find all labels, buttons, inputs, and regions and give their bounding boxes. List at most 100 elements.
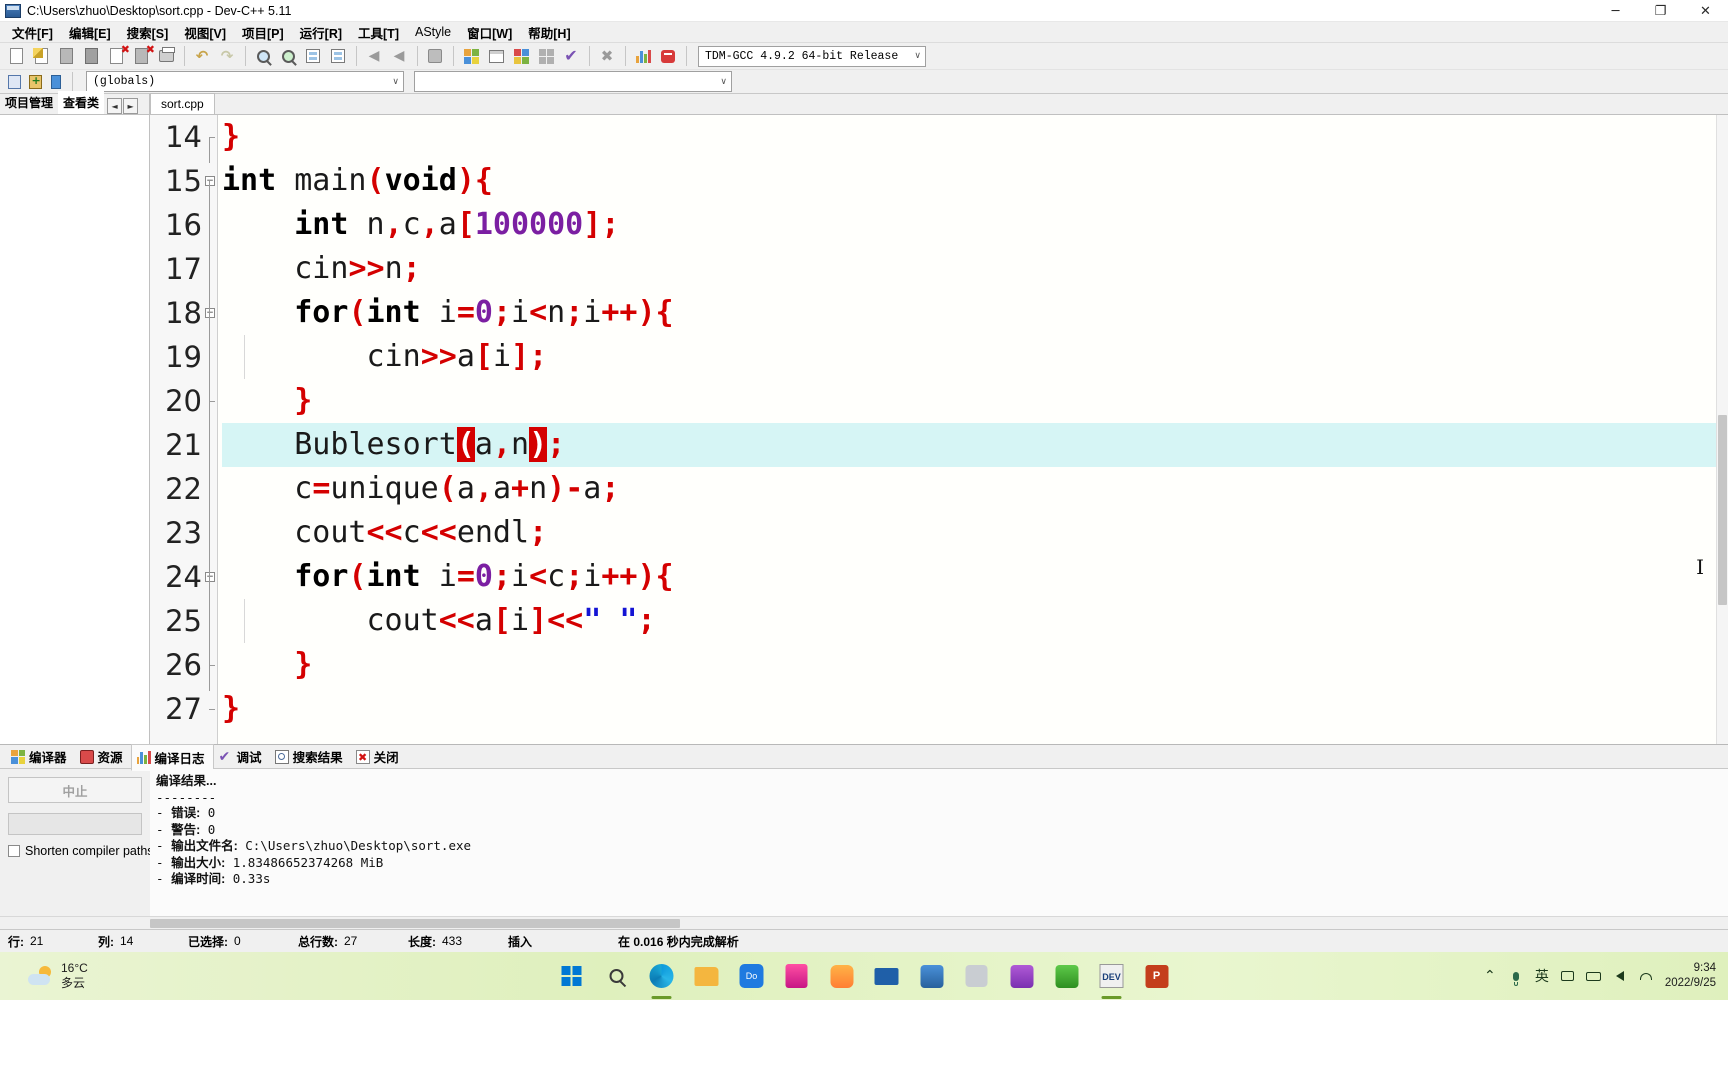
undo-icon[interactable]: ↶: [190, 45, 214, 68]
menu-help[interactable]: 帮助[H]: [520, 21, 578, 44]
goto-declaration-icon[interactable]: [46, 72, 66, 91]
code-line[interactable]: cout<<c<<endl;: [222, 511, 1728, 555]
syntax-check-icon[interactable]: ✔: [559, 45, 583, 68]
save-all-icon[interactable]: [79, 45, 103, 68]
code-line[interactable]: int main(void){: [222, 159, 1728, 203]
store-icon[interactable]: [1004, 958, 1040, 994]
app-pink-icon[interactable]: [779, 958, 815, 994]
tab-compiler[interactable]: 编译器: [6, 744, 75, 769]
tab-project-manager[interactable]: 项目管理: [0, 91, 58, 114]
app-green-icon[interactable]: [1049, 958, 1085, 994]
search-icon[interactable]: [599, 958, 635, 994]
shorten-paths-row[interactable]: Shorten compiler paths: [8, 844, 154, 858]
weather-widget[interactable]: 16°C 多云: [28, 961, 88, 991]
save-icon[interactable]: [54, 45, 78, 68]
code-folding-column[interactable]: − − −: [204, 115, 217, 744]
minimize-button[interactable]: ─: [1593, 0, 1638, 22]
class-browser-icon[interactable]: [4, 72, 24, 91]
ime-english-icon[interactable]: 英: [1529, 952, 1555, 1000]
code-line[interactable]: }: [222, 115, 1728, 159]
open-file-icon[interactable]: [29, 45, 53, 68]
stop-execution-icon[interactable]: ✖: [595, 45, 619, 68]
tab-scroll-prev-icon[interactable]: ◄: [107, 98, 123, 114]
class-member-select[interactable]: ∨: [414, 71, 732, 92]
close-file-icon[interactable]: ✖: [104, 44, 130, 68]
menu-window[interactable]: 窗口[W]: [459, 21, 520, 44]
close-button[interactable]: ✕: [1683, 0, 1728, 22]
replace-icon[interactable]: [276, 45, 300, 68]
close-all-icon[interactable]: ✖: [129, 44, 155, 68]
debug-icon[interactable]: [656, 45, 680, 68]
fold-collapse-icon[interactable]: −: [205, 572, 215, 582]
app-orange-icon[interactable]: [824, 958, 860, 994]
code-line[interactable]: cin>>n;: [222, 247, 1728, 291]
indent-icon[interactable]: [326, 45, 350, 68]
tab-debug[interactable]: ✔ 调试: [214, 744, 270, 769]
forward-icon[interactable]: ◀: [387, 45, 411, 68]
print-icon[interactable]: [154, 45, 178, 68]
menu-edit[interactable]: 编辑[E]: [61, 21, 119, 44]
app-blue-icon[interactable]: [914, 958, 950, 994]
code-editor[interactable]: 14 15 16 17 18 19 20 21 22 23 24 25 26 27 − − − } int ma…: [150, 115, 1728, 744]
menu-file[interactable]: 文件[F]: [4, 21, 61, 44]
goto-line-icon[interactable]: [301, 45, 325, 68]
find-icon[interactable]: [251, 45, 275, 68]
dodo-icon[interactable]: Do: [734, 958, 770, 994]
tab-close[interactable]: ✖ 关闭: [351, 744, 407, 769]
code-line[interactable]: cin>>a[i];: [222, 335, 1728, 379]
rebuild-icon[interactable]: [534, 45, 558, 68]
menu-project[interactable]: 项目[P]: [234, 21, 292, 44]
globals-select[interactable]: (globals) ∨: [86, 71, 404, 92]
redo-icon[interactable]: ↷: [215, 45, 239, 68]
code-line[interactable]: cout<<a[i]<<" ";: [222, 599, 1728, 643]
editor-vertical-scrollbar[interactable]: [1716, 115, 1728, 744]
code-line[interactable]: Bublesort(a,n);: [222, 423, 1728, 467]
shorten-paths-checkbox[interactable]: [8, 845, 20, 857]
menu-tools[interactable]: 工具[T]: [350, 21, 407, 44]
powerpoint-icon[interactable]: P: [1139, 958, 1175, 994]
tab-search-results[interactable]: 搜索结果: [270, 744, 351, 769]
log-horizontal-scrollbar[interactable]: [0, 916, 1728, 929]
code-line[interactable]: for(int i=0;i<c;i++){: [222, 555, 1728, 599]
fold-collapse-icon[interactable]: −: [205, 176, 215, 186]
tab-compile-log[interactable]: 编译日志: [130, 743, 214, 771]
file-explorer-icon[interactable]: [689, 958, 725, 994]
menu-run[interactable]: 运行[R]: [292, 21, 350, 44]
menu-astyle[interactable]: AStyle: [407, 23, 459, 41]
compile-icon[interactable]: [459, 45, 483, 68]
edge-icon[interactable]: [644, 958, 680, 999]
scrollbar-thumb[interactable]: [1718, 415, 1727, 605]
microphone-icon[interactable]: [1503, 952, 1529, 1000]
menu-search[interactable]: 搜索[S]: [119, 21, 177, 44]
wifi-icon[interactable]: [1633, 952, 1659, 1000]
add-member-icon[interactable]: [25, 72, 45, 91]
taskbar-clock[interactable]: 9:34 2022/9/25: [1659, 961, 1728, 991]
network-monitor-icon[interactable]: [1555, 952, 1581, 1000]
code-text[interactable]: } int main(void){ int n,c,a[100000]; cin>…: [218, 115, 1728, 744]
show-hidden-icons-icon[interactable]: ⌃: [1477, 952, 1503, 1000]
class-browser-tree[interactable]: [0, 115, 149, 744]
abort-button[interactable]: 中止: [8, 777, 142, 803]
back-icon[interactable]: ◀: [362, 45, 386, 68]
toggle-panel-icon[interactable]: [423, 45, 447, 68]
maximize-button[interactable]: ❐: [1638, 0, 1683, 22]
code-line[interactable]: for(int i=0;i<n;i++){: [222, 291, 1728, 335]
menu-view[interactable]: 视图[V]: [176, 21, 234, 44]
volume-icon[interactable]: [1607, 952, 1633, 1000]
devcpp-taskbar-icon[interactable]: DEV: [1094, 958, 1130, 999]
run-icon[interactable]: [484, 45, 508, 68]
tab-resources[interactable]: 资源: [75, 744, 131, 769]
tab-class-browser[interactable]: 查看类: [58, 91, 105, 114]
battery-icon[interactable]: [1581, 952, 1607, 1000]
app-grey-icon[interactable]: [959, 958, 995, 994]
start-windows-icon[interactable]: [554, 958, 590, 994]
code-line[interactable]: int n,c,a[100000];: [222, 203, 1728, 247]
code-line[interactable]: }: [222, 687, 1728, 731]
compiler-select[interactable]: TDM-GCC 4.9.2 64-bit Release ∨: [698, 45, 926, 67]
file-tab-sort-cpp[interactable]: sort.cpp: [150, 93, 215, 114]
code-line[interactable]: c=unique(a,a+n)-a;: [222, 467, 1728, 511]
code-line[interactable]: }: [222, 643, 1728, 687]
code-line[interactable]: }: [222, 379, 1728, 423]
fold-collapse-icon[interactable]: −: [205, 308, 215, 318]
profile-icon[interactable]: [631, 45, 655, 68]
